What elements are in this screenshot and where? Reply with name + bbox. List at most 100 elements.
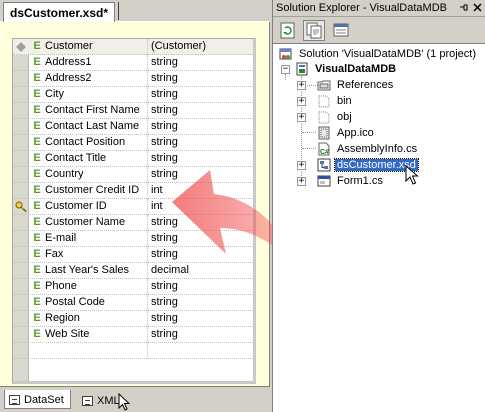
element-kind-glyph: E bbox=[33, 200, 41, 212]
primary-key-icon bbox=[15, 201, 27, 213]
tree-node-solution[interactable]: Solution 'VisualDataMDB' (1 project) bbox=[279, 46, 478, 62]
obj-label: obj bbox=[337, 111, 352, 123]
field-name: Postal Code bbox=[45, 296, 105, 308]
expand-obj-toggle[interactable]: + bbox=[297, 113, 306, 122]
table-row[interactable]: E Address1 string bbox=[13, 55, 253, 71]
field-name: E-mail bbox=[45, 232, 77, 244]
tab-xml-label: XML bbox=[97, 394, 120, 407]
field-name: City bbox=[45, 88, 64, 100]
column-divider bbox=[147, 167, 148, 183]
tree-node-obj[interactable]: obj bbox=[317, 109, 354, 125]
column-divider bbox=[147, 135, 148, 151]
expand-dscustomer-toggle[interactable]: + bbox=[297, 161, 306, 170]
field-name: Customer Credit ID bbox=[45, 184, 140, 196]
solution-explorer-toolbar bbox=[273, 17, 485, 44]
column-divider bbox=[147, 71, 148, 87]
table-row[interactable]: E Web Site string bbox=[13, 327, 253, 343]
element-kind-glyph: E bbox=[33, 248, 41, 260]
refresh-icon bbox=[280, 22, 295, 39]
column-divider bbox=[147, 199, 148, 215]
xsd-designer-panel: dsCustomer.xsd* E Customer (Customer) E Addr… bbox=[0, 0, 296, 412]
table-row[interactable]: E Region string bbox=[13, 311, 253, 327]
table-row[interactable]: E Address2 string bbox=[13, 71, 253, 87]
field-name: Region bbox=[45, 312, 80, 324]
column-divider bbox=[147, 151, 148, 167]
expand-bin-toggle[interactable]: + bbox=[297, 97, 306, 106]
xml-tab-icon bbox=[82, 395, 93, 406]
column-divider bbox=[147, 215, 148, 231]
element-kind-glyph: E bbox=[33, 232, 41, 244]
collapse-project-toggle[interactable]: − bbox=[281, 65, 290, 74]
element-kind-glyph: E bbox=[33, 280, 41, 292]
table-row[interactable]: E Contact First Name string bbox=[13, 103, 253, 119]
tab-dataset[interactable]: DataSet bbox=[4, 390, 71, 409]
tree-node-assemblyinfo[interactable]: C# AssemblyInfo.cs bbox=[317, 141, 419, 157]
new-row[interactable] bbox=[13, 343, 253, 359]
dataset-tab-icon bbox=[9, 395, 20, 405]
field-name: Contact First Name bbox=[45, 104, 140, 116]
references-label: References bbox=[337, 79, 394, 91]
field-name: Address1 bbox=[45, 56, 92, 68]
tree-node-project[interactable]: VisualDataMDB bbox=[295, 61, 398, 77]
field-name: Address2 bbox=[45, 72, 92, 84]
column-divider bbox=[147, 55, 148, 71]
element-kind-glyph: E bbox=[33, 72, 41, 84]
document-tab-dscustomer[interactable]: dsCustomer.xsd* bbox=[3, 2, 116, 22]
field-name: Fax bbox=[45, 248, 64, 260]
show-all-files-icon bbox=[306, 22, 322, 39]
tree-node-form1[interactable]: Form1.cs bbox=[317, 173, 385, 189]
column-divider bbox=[147, 87, 148, 103]
pin-icon[interactable] bbox=[458, 2, 469, 13]
schema-design-canvas[interactable]: E Customer (Customer) E Address1 string E Addre… bbox=[0, 22, 296, 386]
document-tab-strip: dsCustomer.xsd* bbox=[0, 0, 270, 22]
field-name: Contact Title bbox=[45, 152, 107, 164]
element-kind-glyph: E bbox=[33, 312, 41, 324]
column-divider bbox=[147, 343, 148, 359]
table-row[interactable]: E Contact Last Name string bbox=[13, 119, 253, 135]
field-name: Web Site bbox=[45, 328, 90, 340]
element-kind-glyph: E bbox=[33, 184, 41, 196]
element-marker-icon bbox=[15, 41, 27, 53]
table-row[interactable]: E City string bbox=[13, 87, 253, 103]
tree-node-references[interactable]: References bbox=[317, 77, 395, 93]
tree-node-bin[interactable]: bin bbox=[317, 93, 354, 109]
field-type: int bbox=[151, 200, 163, 212]
column-divider bbox=[147, 311, 148, 327]
tree-node-dscustomer-xsd[interactable]: dsCustomer.xsd bbox=[317, 157, 419, 173]
tree-node-app-ico[interactable]: App.ico bbox=[317, 125, 376, 141]
field-name: Contact Position bbox=[45, 136, 126, 148]
form-file-icon bbox=[317, 175, 331, 187]
element-kind-glyph: E bbox=[33, 296, 41, 308]
solution-label: Solution 'VisualDataMDB' (1 project) bbox=[299, 48, 477, 60]
properties-button[interactable] bbox=[331, 20, 353, 41]
field-type: string bbox=[151, 56, 178, 68]
field-type: string bbox=[151, 136, 178, 148]
tab-dataset-label: DataSet bbox=[24, 394, 64, 406]
field-name: Last Year's Sales bbox=[45, 264, 130, 276]
app-ico-label: App.ico bbox=[337, 127, 374, 139]
project-icon bbox=[296, 62, 308, 76]
column-divider bbox=[147, 263, 148, 279]
refresh-button[interactable] bbox=[277, 20, 299, 41]
tree-connector bbox=[285, 74, 286, 80]
show-all-files-button[interactable] bbox=[303, 20, 325, 41]
expand-form1-toggle[interactable]: + bbox=[297, 177, 306, 186]
column-divider bbox=[147, 247, 148, 263]
table-row[interactable]: E Contact Position string bbox=[13, 135, 253, 151]
mouse-pointer-icon bbox=[405, 165, 419, 185]
solution-tree[interactable]: Solution 'VisualDataMDB' (1 project) − V… bbox=[273, 44, 485, 412]
bin-label: bin bbox=[337, 95, 352, 107]
field-type: int bbox=[151, 184, 163, 196]
folder-icon bbox=[318, 95, 330, 108]
field-name: Country bbox=[45, 168, 84, 180]
element-kind-glyph: E bbox=[33, 152, 41, 164]
element-header-row[interactable]: E Customer (Customer) bbox=[13, 39, 253, 55]
folder-icon bbox=[318, 111, 330, 124]
close-icon[interactable] bbox=[472, 2, 483, 13]
element-kind-glyph: E bbox=[33, 88, 41, 100]
designer-view-tabs: DataSet XML bbox=[0, 386, 270, 412]
table-row[interactable]: E Postal Code string bbox=[13, 295, 253, 311]
assemblyinfo-label: AssemblyInfo.cs bbox=[337, 143, 418, 155]
expand-references-toggle[interactable]: + bbox=[297, 81, 306, 90]
field-type: string bbox=[151, 296, 178, 308]
